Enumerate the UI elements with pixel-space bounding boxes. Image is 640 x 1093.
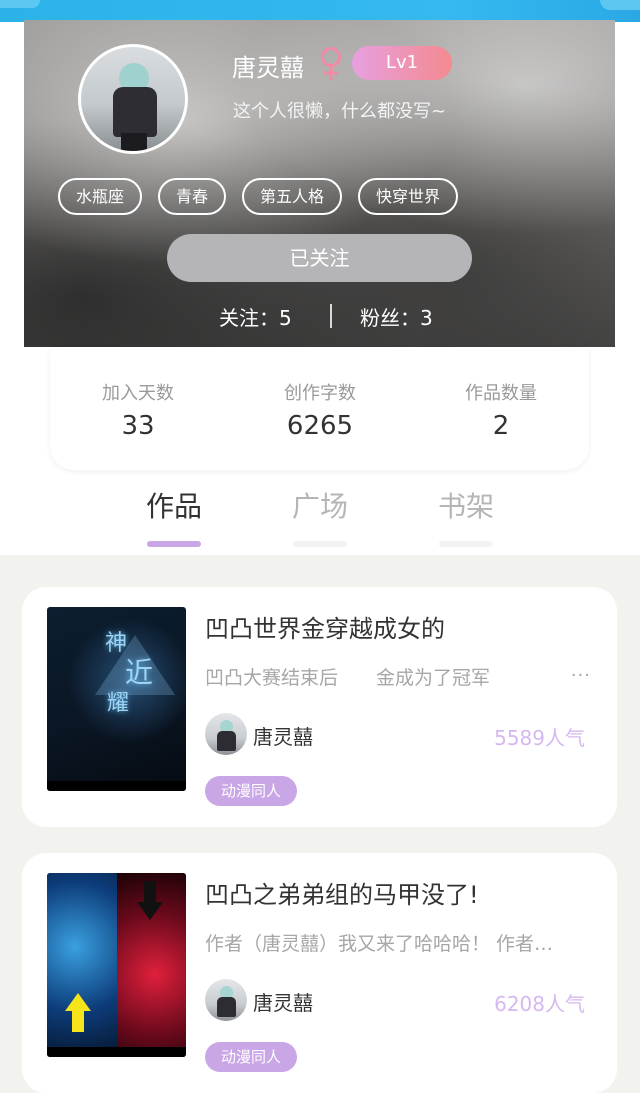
- tab-label: 作品: [145, 490, 202, 523]
- female-icon: [321, 47, 341, 80]
- tab-indicator: [439, 541, 493, 547]
- tab-indicator: [147, 541, 201, 547]
- follow-stats: 关注：5 粉丝：3: [24, 302, 615, 332]
- tab-label: 广场: [291, 490, 348, 523]
- profile-tag[interactable]: 第五人格: [242, 178, 343, 215]
- arrow-down-icon: [137, 902, 163, 920]
- stat-works-count: 作品数量 2: [431, 379, 571, 441]
- stat-join-days: 加入天数 33: [68, 379, 208, 441]
- cover-title-char: 神: [105, 631, 128, 656]
- stat-label: 创作字数: [284, 383, 356, 404]
- work-card[interactable]: 神 近 耀 凹凸世界金穿越成女的 凹凸大赛结束后 金成为了冠军 ··· 唐灵囍 …: [22, 587, 617, 827]
- stat-label: 作品数量: [465, 383, 537, 404]
- level-badge: Lv1: [352, 46, 452, 80]
- arrow-up-stem: [72, 1010, 84, 1032]
- stats-divider: [330, 304, 332, 328]
- category-tag[interactable]: 动漫同人: [205, 776, 298, 806]
- category-tag[interactable]: 动漫同人: [205, 1042, 298, 1072]
- work-title[interactable]: 凹凸之弟弟组的马甲没了!: [205, 875, 479, 910]
- stat-value: 33: [121, 411, 155, 441]
- status-bar-strip: [0, 0, 640, 22]
- author-name[interactable]: 唐灵囍: [253, 721, 313, 750]
- arrow-down-stem: [144, 881, 156, 903]
- work-author-row: 唐灵囍 6208人气: [205, 979, 595, 1023]
- profile-name: 唐灵囍: [232, 54, 304, 82]
- work-author-row: 唐灵囍 5589人气: [205, 713, 595, 757]
- avatar-figure-body: [217, 997, 236, 1017]
- work-card[interactable]: 凹凸之弟弟组的马甲没了! 作者（唐灵囍）我又来了哈哈哈！ 作者… 唐灵囍 620…: [22, 853, 617, 1093]
- avatar-figure-body: [217, 731, 236, 751]
- arrow-up-icon: [65, 993, 91, 1011]
- more-icon: ···: [570, 665, 591, 686]
- work-cover[interactable]: [47, 873, 186, 1057]
- cover-title-char: 近: [125, 656, 154, 689]
- profile-tag[interactable]: 青春: [158, 178, 227, 215]
- popularity-count: 6208人气: [494, 992, 585, 1016]
- work-description: 凹凸大赛结束后 金成为了冠军: [205, 667, 491, 689]
- tab-square[interactable]: 广场: [270, 485, 370, 547]
- stat-value: 2: [492, 411, 510, 441]
- profile-header: 唐灵囍 Lv1 这个人很懒，什么都没写~ 水瓶座 青春 第五人格 快穿世界 已关…: [24, 20, 615, 347]
- avatar-figure-body: [113, 87, 157, 137]
- avatar-figure-legs: [121, 133, 147, 151]
- stat-label: 加入天数: [102, 383, 174, 404]
- work-description: 作者（唐灵囍）我又来了哈哈哈！ 作者…: [205, 933, 554, 955]
- work-cover[interactable]: 神 近 耀: [47, 607, 186, 791]
- work-title[interactable]: 凹凸世界金穿越成女的: [205, 609, 445, 644]
- tab-works[interactable]: 作品: [124, 485, 224, 547]
- profile-avatar[interactable]: [78, 44, 188, 154]
- tab-indicator: [293, 541, 347, 547]
- cover-title-char: 耀: [107, 691, 130, 716]
- author-avatar[interactable]: [205, 713, 247, 755]
- fans-count[interactable]: 粉丝：3: [360, 302, 433, 331]
- profile-tag[interactable]: 快穿世界: [358, 178, 459, 215]
- popularity-count: 5589人气: [494, 726, 585, 750]
- stat-word-count: 创作字数 6265: [250, 379, 390, 441]
- author-name[interactable]: 唐灵囍: [253, 987, 313, 1016]
- cover-bottom-band: [47, 781, 186, 791]
- follow-button[interactable]: 已关注: [167, 234, 472, 282]
- profile-signature: 这个人很懒，什么都没写~: [233, 101, 447, 122]
- tab-bookshelf[interactable]: 书架: [416, 485, 516, 547]
- stat-value: 6265: [286, 411, 354, 441]
- profile-tags: 水瓶座 青春 第五人格 快穿世界: [58, 178, 459, 215]
- stats-card: 加入天数 33 创作字数 6265 作品数量 2: [50, 347, 589, 470]
- author-avatar[interactable]: [205, 979, 247, 1021]
- content-tabs: 作品 广场 书架: [0, 485, 640, 547]
- following-count[interactable]: 关注：5: [219, 302, 292, 331]
- cover-bottom-band: [47, 1047, 186, 1057]
- profile-tag[interactable]: 水瓶座: [58, 178, 143, 215]
- tab-label: 书架: [437, 490, 494, 523]
